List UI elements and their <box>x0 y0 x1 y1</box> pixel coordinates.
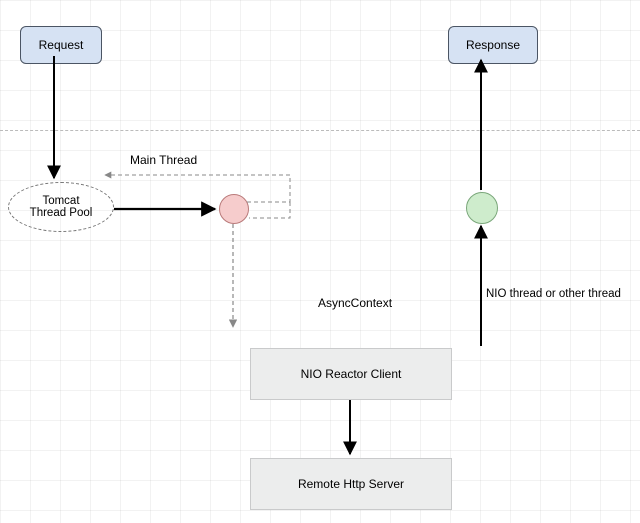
request-node: Request <box>20 26 102 64</box>
arrow-main-thread-return-loop <box>249 202 290 218</box>
response-node: Response <box>448 26 538 64</box>
nio-reactor-client-node: NIO Reactor Client <box>250 348 452 400</box>
tomcat-thread-pool-node: Tomcat Thread Pool <box>8 182 114 232</box>
remote-http-server-node: Remote Http Server <box>250 458 452 510</box>
diagram-layer: Request Response Tomcat Thread Pool NIO … <box>0 0 640 523</box>
main-thread-label: Main Thread <box>130 153 197 167</box>
arrows-layer <box>0 0 640 523</box>
nio-thread-label: NIO thread or other thread <box>486 288 621 300</box>
response-thread-circle <box>466 192 498 224</box>
async-context-label: AsyncContext <box>318 296 392 310</box>
separator-line <box>0 130 640 131</box>
async-start-circle <box>219 194 249 224</box>
arrow-main-thread-return <box>105 175 290 202</box>
